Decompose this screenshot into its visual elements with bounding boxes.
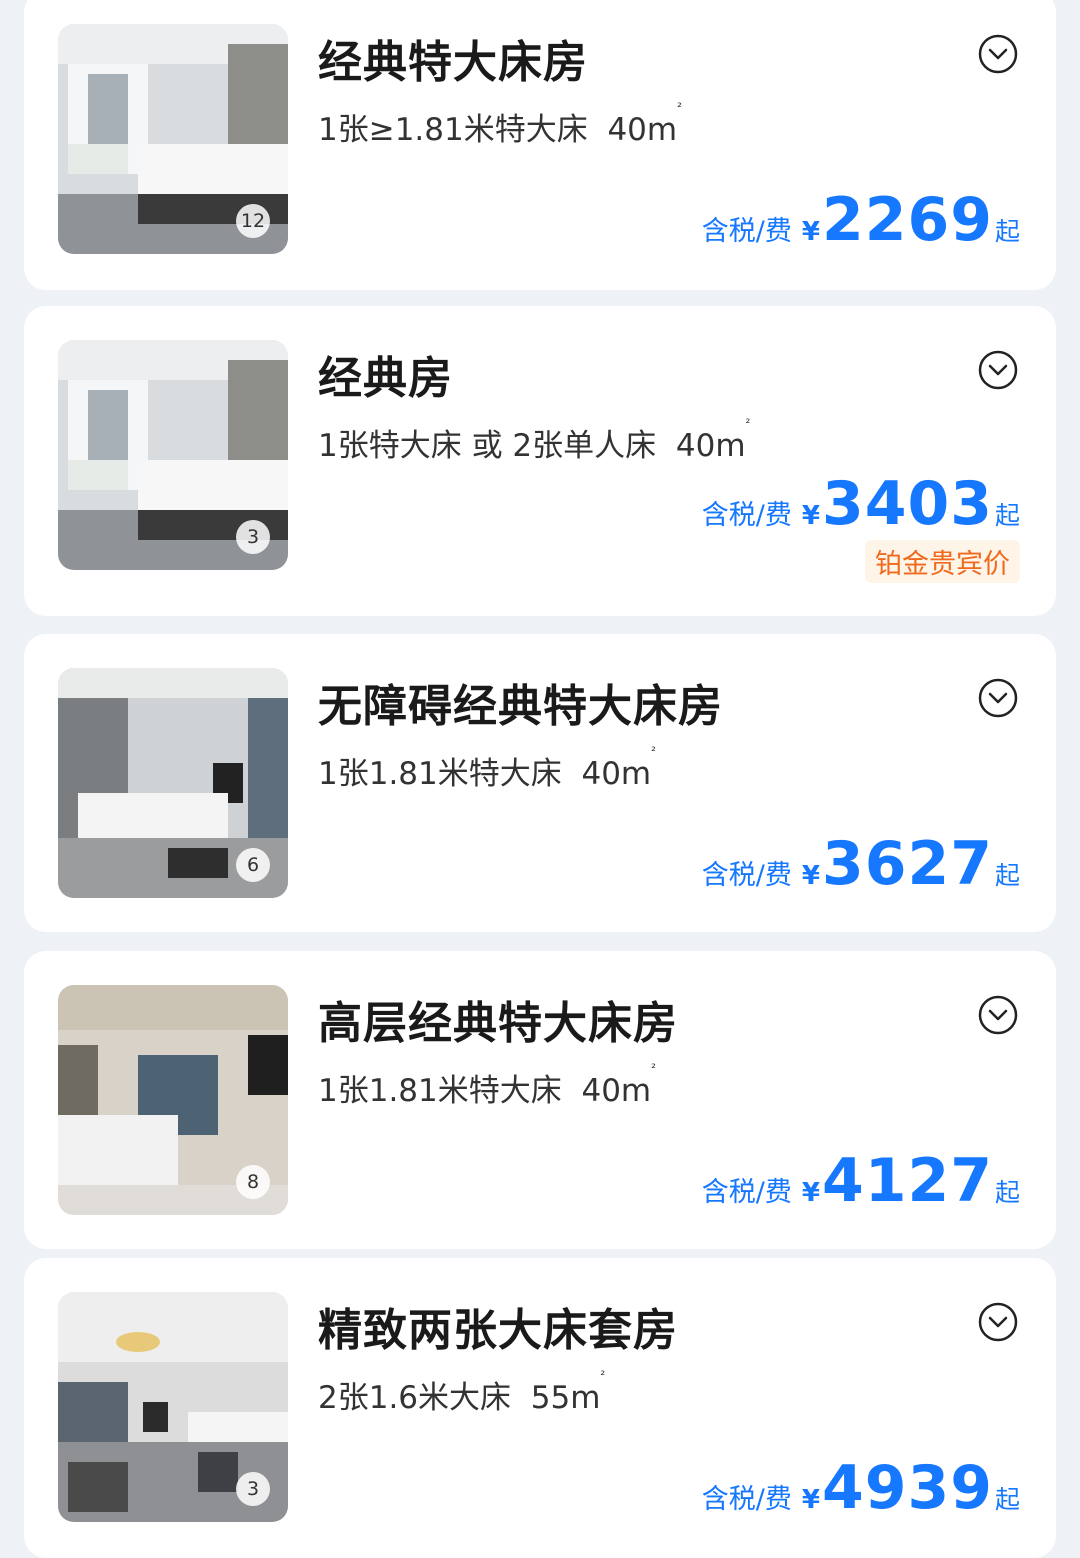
- photo-count-badge: 12: [236, 204, 270, 238]
- bed-info: 1张特大床 或 2张单人床: [318, 428, 657, 464]
- room-title: 经典房: [318, 353, 453, 404]
- price-amount: 4939: [821, 1453, 993, 1523]
- price-block: 含税/费 ¥ 4127 起: [702, 1151, 1020, 1211]
- room-title: 高层经典特大床房: [318, 998, 678, 1049]
- room-photo[interactable]: 6: [58, 668, 288, 898]
- photo-count-badge: 8: [236, 1165, 270, 1199]
- tax-label: 含税/费: [701, 860, 792, 891]
- bed-info: 2张1.6米大床: [318, 1380, 512, 1416]
- area-unit-sup: ²: [677, 100, 682, 114]
- room-description: 1张1.81米特大床 40m²: [318, 1061, 656, 1110]
- price-amount: 3627: [821, 829, 993, 899]
- room-area: 40m: [607, 112, 678, 148]
- room-title: 精致两张大床套房: [318, 1305, 678, 1356]
- price-amount: 3403: [821, 469, 993, 539]
- tax-label: 含税/费: [701, 1177, 792, 1208]
- chevron-down-circle-icon[interactable]: [978, 995, 1018, 1035]
- tax-label: 含税/费: [701, 500, 792, 531]
- chevron-down-circle-icon[interactable]: [978, 1302, 1018, 1342]
- bed-info: 1张1.81米特大床: [318, 756, 562, 792]
- currency-symbol: ¥: [801, 217, 820, 247]
- price-suffix: 起: [994, 1485, 1020, 1514]
- room-card[interactable]: 12 经典特大床房 1张≥1.81米特大床 40m² 含税/费 ¥ 2269 起: [24, 0, 1056, 290]
- room-photo[interactable]: 8: [58, 985, 288, 1215]
- room-description: 2张1.6米大床 55m²: [318, 1368, 605, 1417]
- room-description: 1张≥1.81米特大床 40m²: [318, 100, 682, 149]
- price-suffix: 起: [994, 501, 1020, 530]
- price-amount: 2269: [821, 185, 993, 255]
- chevron-down-circle-icon[interactable]: [978, 350, 1018, 390]
- room-card[interactable]: 8 高层经典特大床房 1张1.81米特大床 40m² 含税/费 ¥ 4127 起: [24, 951, 1056, 1249]
- tax-label: 含税/费: [701, 216, 792, 247]
- room-area: 40m: [581, 1073, 652, 1109]
- room-photo[interactable]: 12: [58, 24, 288, 254]
- room-area: 40m: [581, 756, 652, 792]
- room-photo[interactable]: 3: [58, 340, 288, 570]
- area-unit-sup: ²: [651, 1061, 656, 1075]
- photo-count-badge: 3: [236, 1472, 270, 1506]
- price-block: 含税/费 ¥ 2269 起: [702, 190, 1020, 250]
- price-block: 含税/费 ¥ 3627 起: [702, 834, 1020, 894]
- room-photo[interactable]: 3: [58, 1292, 288, 1522]
- photo-count-badge: 6: [236, 848, 270, 882]
- room-area: 55m: [530, 1380, 601, 1416]
- currency-symbol: ¥: [801, 861, 820, 891]
- room-title: 无障碍经典特大床房: [318, 681, 723, 732]
- bed-info: 1张≥1.81米特大床: [318, 112, 588, 148]
- room-card[interactable]: 3 经典房 1张特大床 或 2张单人床 40m² 含税/费 ¥ 3403 起 铂…: [24, 306, 1056, 616]
- room-description: 1张特大床 或 2张单人床 40m²: [318, 416, 750, 465]
- photo-count-badge: 3: [236, 520, 270, 554]
- tax-label: 含税/费: [701, 1484, 792, 1515]
- room-card[interactable]: 6 无障碍经典特大床房 1张1.81米特大床 40m² 含税/费 ¥ 3627 …: [24, 634, 1056, 932]
- area-unit-sup: ²: [600, 1368, 606, 1382]
- platinum-member-price-badge: 铂金贵宾价: [865, 540, 1020, 583]
- room-title: 经典特大床房: [318, 37, 588, 88]
- chevron-down-circle-icon[interactable]: [978, 678, 1018, 718]
- price-suffix: 起: [994, 217, 1020, 246]
- currency-symbol: ¥: [801, 1485, 820, 1515]
- price-block: 含税/费 ¥ 3403 起: [702, 474, 1020, 534]
- price-block: 含税/费 ¥ 4939 起: [702, 1458, 1020, 1518]
- price-suffix: 起: [994, 1178, 1020, 1207]
- room-card[interactable]: 3 精致两张大床套房 2张1.6米大床 55m² 含税/费 ¥ 4939 起: [24, 1258, 1056, 1558]
- price-suffix: 起: [994, 861, 1020, 890]
- price-amount: 4127: [821, 1146, 993, 1216]
- room-area: 40m: [675, 428, 746, 464]
- room-description: 1张1.81米特大床 40m²: [318, 744, 656, 793]
- area-unit-sup: ²: [745, 416, 751, 430]
- currency-symbol: ¥: [801, 501, 820, 531]
- bed-info: 1张1.81米特大床: [318, 1073, 562, 1109]
- chevron-down-circle-icon[interactable]: [978, 34, 1018, 74]
- currency-symbol: ¥: [801, 1178, 820, 1208]
- area-unit-sup: ²: [651, 744, 656, 758]
